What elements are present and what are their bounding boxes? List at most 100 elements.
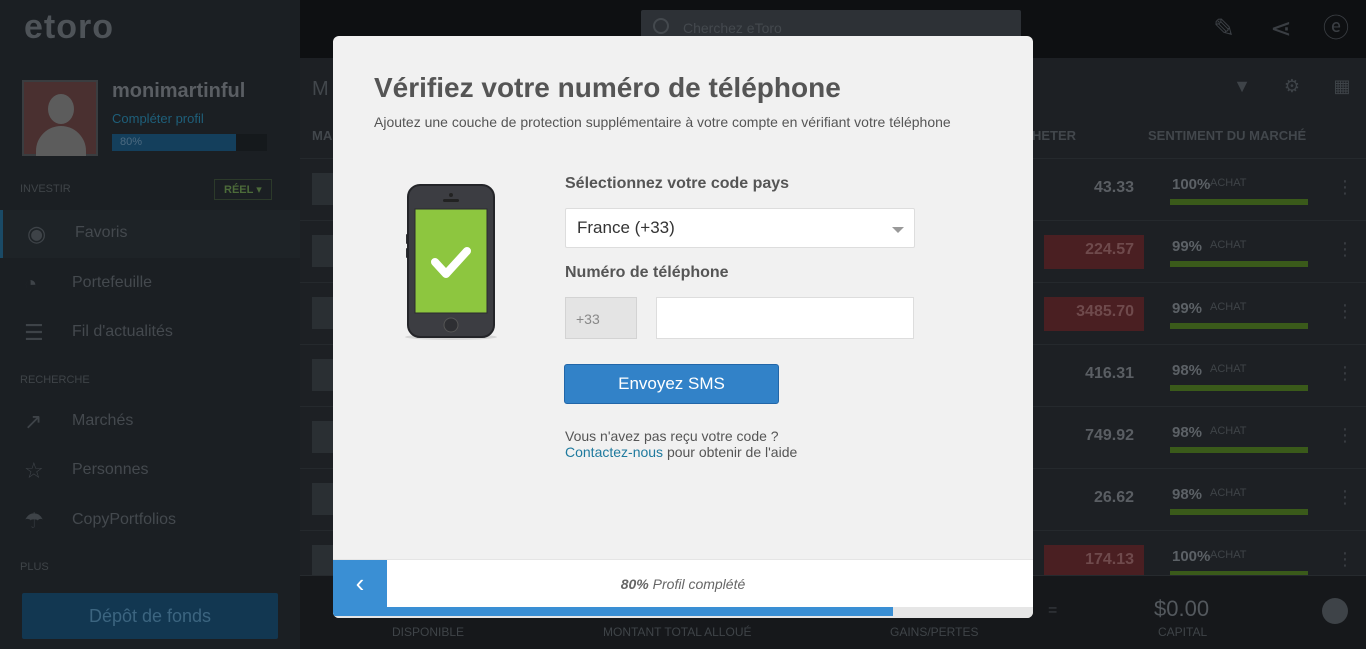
instrument-logo <box>312 421 334 453</box>
instrument-logo <box>312 483 334 515</box>
search-placeholder: Cherchez eToro <box>683 20 782 36</box>
more-options-icon[interactable]: ⋮ <box>1336 425 1354 446</box>
phone-prefix: +33 <box>565 297 637 339</box>
search-icon <box>653 18 669 34</box>
sentiment-bar <box>1170 447 1308 453</box>
phone-number-label: Numéro de téléphone <box>565 264 729 281</box>
instrument-logo <box>312 359 334 391</box>
sentiment-label: ACHAT <box>1210 363 1247 375</box>
country-code-select[interactable]: France (+33) <box>565 208 915 248</box>
equals-icon: = <box>1048 602 1058 619</box>
sentiment-label: ACHAT <box>1210 487 1247 499</box>
send-sms-button[interactable]: Envoyez SMS <box>564 364 779 404</box>
pie-chart-icon: ◔ <box>24 271 38 296</box>
sidebar-item-label: Portefeuille <box>72 274 153 291</box>
more-options-icon[interactable]: ⋮ <box>1336 239 1354 260</box>
sidebar-item-label: Personnes <box>72 461 149 478</box>
pie-chart-icon[interactable] <box>1322 598 1348 624</box>
pencil-icon[interactable]: ✎ <box>1206 10 1242 46</box>
trend-icon: ↗ <box>24 409 43 434</box>
username: monimartinful <box>112 80 246 102</box>
sentiment-label: ACHAT <box>1210 425 1247 437</box>
sentiment-percent: 99% <box>1172 300 1203 317</box>
profile-progress-fill: 80% <box>112 134 236 151</box>
sidebar-item-copyportfolios[interactable]: ☂ CopyPortfolios <box>0 497 300 545</box>
sentiment-label: ACHAT <box>1210 549 1247 561</box>
complete-profile-link[interactable]: Compléter profil <box>112 111 204 126</box>
chevron-down-icon: ▾ <box>256 184 262 196</box>
caret-down-icon <box>892 227 904 233</box>
more-options-icon[interactable]: ⋮ <box>1336 301 1354 322</box>
sidebar-item-personnes[interactable]: ☆ Personnes <box>0 447 300 495</box>
grid-icon[interactable]: ▦ <box>1330 76 1354 100</box>
instrument-logo <box>312 235 334 267</box>
pnl-label: GAINS/PERTES <box>890 625 979 639</box>
watchlist-title: M <box>312 78 329 100</box>
buy-price[interactable]: 3485.70 <box>1044 297 1144 331</box>
more-options-icon[interactable]: ⋮ <box>1336 549 1354 570</box>
capital-value: $0.00 <box>1154 596 1210 621</box>
sidebar-item-marches[interactable]: ↗ Marchés <box>0 398 300 446</box>
sentiment-bar <box>1170 323 1308 329</box>
etoro-account-icon[interactable]: ⓔ <box>1318 10 1354 46</box>
section-title-more: PLUS <box>20 561 49 573</box>
sentiment-bar <box>1170 509 1308 515</box>
column-header-market: MA <box>312 128 333 143</box>
help-suffix: pour obtenir de l'aide <box>666 444 798 460</box>
contact-us-link[interactable]: Contactez-nous <box>565 444 663 460</box>
help-line: Contactez-nous pour obtenir de l'aide <box>565 444 797 460</box>
etoro-logo: etoro <box>24 8 114 46</box>
progress-percent: 80% <box>620 576 649 592</box>
more-options-icon[interactable]: ⋮ <box>1336 177 1354 198</box>
sidebar-item-label: Favoris <box>75 224 128 241</box>
available-label: DISPONIBLE <box>392 625 465 639</box>
umbrella-icon: ☂ <box>24 508 44 533</box>
account-mode-label: RÉEL <box>224 184 254 196</box>
sidebar-item-favoris[interactable]: ◉ Favoris <box>0 210 300 258</box>
more-options-icon[interactable]: ⋮ <box>1336 363 1354 384</box>
sidebar-item-label: CopyPortfolios <box>72 511 177 528</box>
buy-price[interactable]: 224.57 <box>1044 235 1144 269</box>
instrument-logo <box>312 297 334 329</box>
phone-check-icon <box>405 184 497 340</box>
more-options-icon[interactable]: ⋮ <box>1336 487 1354 508</box>
sidebar-item-label: Fil d'actualités <box>72 323 173 340</box>
buy-price[interactable]: 749.92 <box>1044 421 1144 455</box>
capital-label: CAPITAL <box>1158 625 1208 639</box>
profile-progress-text: 80% Profil complété <box>333 576 1033 592</box>
avatar[interactable] <box>22 80 98 156</box>
column-header-buy: HETER <box>1032 128 1077 143</box>
sentiment-percent: 98% <box>1172 362 1203 379</box>
buy-price[interactable]: 43.33 <box>1044 173 1144 207</box>
buy-price[interactable]: 26.62 <box>1044 483 1144 517</box>
progress-label: Profil complété <box>652 576 746 592</box>
filter-icon[interactable]: ▼ <box>1230 76 1254 100</box>
sidebar-item-news[interactable]: ☰ Fil d'actualités <box>0 309 300 357</box>
modal-title: Vérifiez votre numéro de téléphone <box>374 72 841 103</box>
profile-progress-track <box>333 607 1033 618</box>
sidebar-item-portefeuille[interactable]: ◔ Portefeuille <box>0 260 300 308</box>
modal-footer: ‹ 80% Profil complété <box>333 559 1033 608</box>
sentiment-percent: 100% <box>1172 176 1211 193</box>
sentiment-percent: 99% <box>1172 238 1203 255</box>
allocated-label: MONTANT TOTAL ALLOUÉ <box>603 625 752 639</box>
profile-progress-fill <box>333 607 893 616</box>
instrument-logo <box>312 173 334 205</box>
buy-price[interactable]: 174.13 <box>1044 545 1144 579</box>
verify-phone-modal: Vérifiez votre numéro de téléphone Ajout… <box>333 36 1033 618</box>
sentiment-label: ACHAT <box>1210 177 1247 189</box>
modal-subtitle: Ajoutez une couche de protection supplém… <box>374 114 951 130</box>
sentiment-label: ACHAT <box>1210 239 1247 251</box>
help-text: Vous n'avez pas reçu votre code ? <box>565 428 779 444</box>
buy-price[interactable]: 416.31 <box>1044 359 1144 393</box>
phone-number-input[interactable] <box>656 297 914 339</box>
news-icon: ☰ <box>24 320 44 345</box>
share-icon[interactable]: ⋖ <box>1263 10 1299 46</box>
account-mode-dropdown[interactable]: RÉEL ▾ <box>214 179 272 200</box>
sidebar: etoro monimartinful Compléter profil 80%… <box>0 0 300 649</box>
sentiment-percent: 98% <box>1172 486 1203 503</box>
star-icon: ☆ <box>24 458 44 483</box>
gear-icon[interactable]: ⚙ <box>1280 76 1304 100</box>
deposit-button[interactable]: Dépôt de fonds <box>22 593 278 639</box>
sentiment-bar <box>1170 261 1308 267</box>
